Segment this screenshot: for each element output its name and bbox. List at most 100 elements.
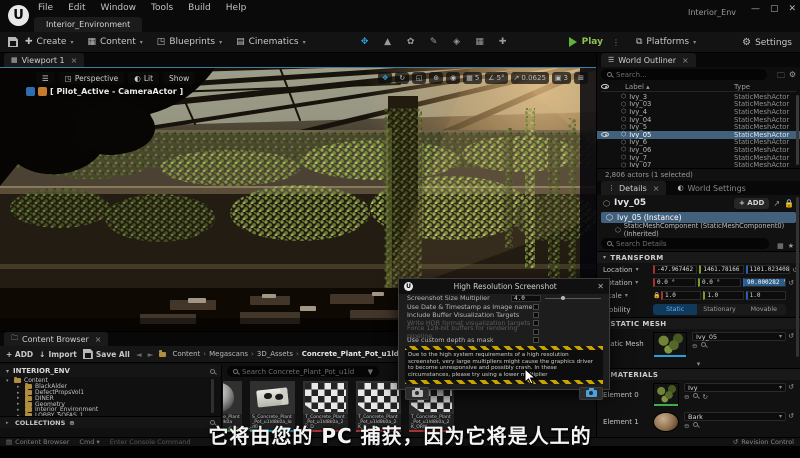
- save-icon[interactable]: [8, 37, 18, 47]
- new-folder-icon[interactable]: 🗀: [777, 70, 785, 84]
- location-y-field[interactable]: 1461.78166: [699, 265, 743, 274]
- back-icon[interactable]: ◄: [136, 350, 142, 359]
- show-dropdown[interactable]: Show: [163, 72, 195, 84]
- settings-button[interactable]: ⚙ Settings: [742, 32, 792, 53]
- fracture-mode-icon[interactable]: ◈: [451, 37, 463, 47]
- breadcrumb-item[interactable]: 3D_Assets: [257, 350, 299, 358]
- viewport-tab[interactable]: ▦ Viewport 1 ×: [4, 53, 84, 67]
- rotation-x-field[interactable]: 0.0 °: [653, 278, 696, 287]
- reset-material0-icon[interactable]: ↺: [786, 383, 796, 391]
- add-component-button[interactable]: + ADD: [734, 198, 769, 209]
- component-row[interactable]: ⬡ StaticMeshComponent (StaticMeshCompone…: [597, 224, 800, 235]
- location-z-field[interactable]: 1101.023408: [746, 265, 790, 274]
- platforms-button[interactable]: ⧉Platforms▾: [629, 32, 703, 53]
- world-space-icon[interactable]: ⊕: [429, 72, 443, 84]
- reset-static-mesh-icon[interactable]: ↺: [786, 332, 796, 340]
- eject-pilot-icon[interactable]: [38, 87, 47, 96]
- world-outliner-tab[interactable]: ☰ World Outliner ×: [601, 53, 696, 67]
- browse-to-asset-icon[interactable]: [693, 393, 698, 398]
- play-button[interactable]: Play: [582, 37, 603, 47]
- world-settings-tab[interactable]: ◐ World Settings: [670, 181, 752, 195]
- mobility-option[interactable]: Movable: [742, 304, 786, 315]
- move-tool-icon[interactable]: ✥: [378, 72, 392, 84]
- blueprints-button[interactable]: ◳Blueprints▾: [150, 32, 229, 53]
- mobility-option[interactable]: Static: [653, 304, 697, 315]
- use-selected-icon[interactable]: ⊖: [684, 393, 689, 401]
- menu-item[interactable]: Tools: [151, 3, 173, 13]
- add-asset-button[interactable]: + ADD: [6, 350, 33, 359]
- multiplier-value-field[interactable]: 4.0: [511, 295, 541, 302]
- asset-search-input[interactable]: Search Concrete_Plant_Pot_u1ld ▼: [227, 366, 379, 377]
- create-button[interactable]: ✚Create▾: [18, 32, 80, 53]
- brush-edit-mode-icon[interactable]: ▦: [474, 37, 486, 47]
- animation-mode-icon[interactable]: ✚: [497, 37, 509, 47]
- menu-item[interactable]: Build: [188, 3, 211, 13]
- details-scrollbar[interactable]: [796, 197, 799, 357]
- close-tab-icon[interactable]: ×: [71, 56, 78, 65]
- save-all-button[interactable]: Save All: [83, 349, 130, 359]
- import-button[interactable]: ↓Import: [39, 350, 77, 359]
- maximize-button[interactable]: ▢: [770, 4, 779, 14]
- lock-icon[interactable]: 🔒: [784, 199, 794, 208]
- capture-region-button[interactable]: [405, 387, 429, 400]
- checkbox[interactable]: [533, 304, 539, 310]
- mesh-paint-mode-icon[interactable]: ✎: [428, 37, 440, 47]
- rotation-z-field[interactable]: 90.000282 °: [743, 278, 786, 287]
- browse-to-asset-icon[interactable]: [701, 342, 706, 347]
- visibility-column-icon[interactable]: [601, 84, 609, 89]
- eye-icon[interactable]: [601, 132, 609, 137]
- content-browser-tab[interactable]: 🗀 Content Browser ×: [4, 332, 108, 346]
- material0-thumbnail[interactable]: [653, 383, 679, 405]
- lit-dropdown[interactable]: ◐Lit: [128, 72, 159, 84]
- checkbox[interactable]: [533, 320, 539, 326]
- outliner-settings-icon[interactable]: ⚙: [789, 70, 796, 84]
- static-mesh-section-header[interactable]: ▾STATIC MESH: [597, 317, 800, 329]
- foliage-mode-icon[interactable]: ✿: [405, 37, 417, 47]
- material0-dropdown[interactable]: Ivy▾: [684, 383, 786, 392]
- scale-label[interactable]: Scale▾: [603, 292, 653, 300]
- level-tab[interactable]: Interior_Environment: [34, 17, 142, 32]
- rotation-label[interactable]: Rotation▾: [603, 279, 653, 287]
- minimize-button[interactable]: —: [751, 4, 760, 14]
- scale-tool-icon[interactable]: ◱: [412, 72, 426, 84]
- cinematics-button[interactable]: ▤Cinematics▾: [229, 32, 313, 53]
- scale-z-field[interactable]: 1.0: [746, 291, 786, 300]
- camera-speed-button[interactable]: ▣ 3: [552, 72, 571, 84]
- landscape-mode-icon[interactable]: ▲: [382, 37, 394, 47]
- menu-item[interactable]: Help: [226, 3, 247, 13]
- static-mesh-thumbnail[interactable]: [653, 332, 687, 356]
- menu-item[interactable]: Window: [101, 3, 137, 13]
- checkbox[interactable]: [533, 337, 539, 343]
- perspective-dropdown[interactable]: ◳Perspective: [59, 72, 125, 84]
- dialog-title-bar[interactable]: U High Resolution Screenshot ✕: [399, 279, 609, 294]
- outliner-search-input[interactable]: Search...: [601, 69, 767, 80]
- expand-arrow-icon[interactable]: [6, 378, 11, 384]
- scale-y-field[interactable]: 1.0: [703, 291, 743, 300]
- viewport-menu-button[interactable]: ☰: [36, 72, 55, 84]
- browse-icon[interactable]: ↗: [773, 199, 780, 208]
- rotation-y-field[interactable]: 0.0 °: [698, 278, 741, 287]
- details-search-input[interactable]: Search Details: [601, 238, 769, 249]
- convert-material-icon[interactable]: ↻: [702, 393, 707, 401]
- close-tab-icon[interactable]: ×: [95, 335, 102, 344]
- surface-snap-icon[interactable]: ◉: [446, 72, 460, 84]
- details-tab[interactable]: ⋮ Details ×: [601, 181, 666, 195]
- grid-snap-button[interactable]: ▦ 5: [463, 72, 482, 84]
- filter-icon[interactable]: ▼: [368, 368, 373, 376]
- play-options-icon[interactable]: ⋮: [612, 38, 620, 47]
- breadcrumb-item[interactable]: Content: [172, 350, 206, 358]
- favorites-icon[interactable]: ★: [788, 242, 794, 250]
- search-icon[interactable]: [210, 369, 215, 374]
- label-column-header[interactable]: Label ▴: [625, 83, 650, 91]
- location-label[interactable]: Location▾: [603, 266, 653, 274]
- mobility-option[interactable]: Stationary: [697, 304, 741, 315]
- close-dialog-icon[interactable]: ✕: [597, 282, 604, 291]
- scale-x-field[interactable]: 1.0: [661, 291, 701, 300]
- location-x-field[interactable]: -47.967462: [653, 265, 697, 274]
- materials-section-header[interactable]: ▾MATERIALS: [597, 368, 800, 380]
- checkbox[interactable]: [533, 312, 539, 318]
- tree-scrollbar[interactable]: [211, 379, 214, 413]
- expand-advanced-icon[interactable]: ▾: [597, 361, 800, 368]
- content-button[interactable]: ▦Content▾: [80, 32, 149, 53]
- sources-header[interactable]: ▾ INTERIOR_ENV: [0, 365, 221, 377]
